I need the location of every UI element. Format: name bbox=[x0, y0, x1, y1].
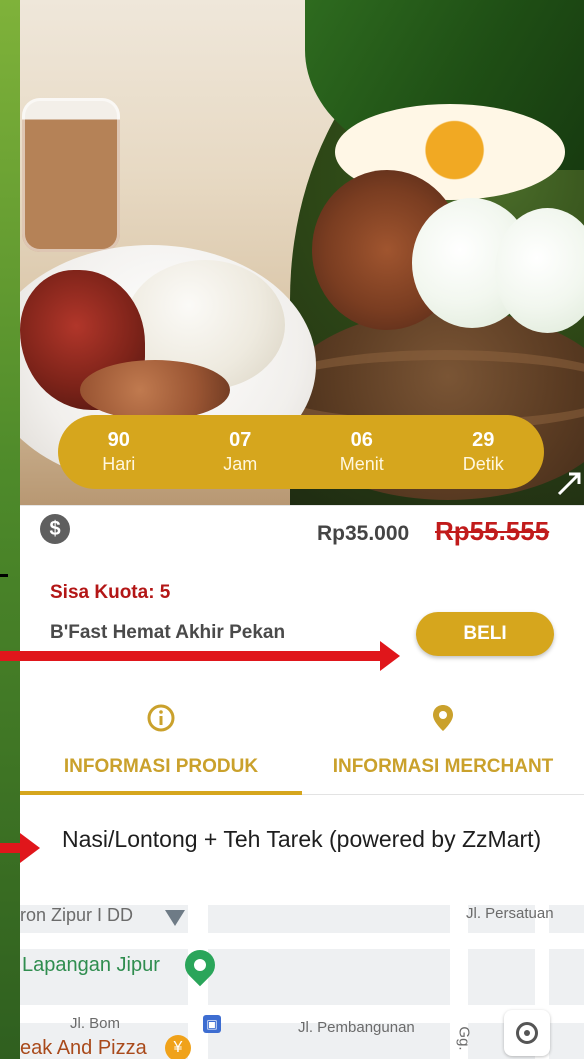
bus-icon[interactable]: ▣ bbox=[203, 1015, 221, 1033]
countdown-days: 90 Hari bbox=[102, 428, 136, 474]
location-pin-icon bbox=[433, 705, 453, 731]
countdown-timer: 90 Hari 07 Jam 06 Menit 29 Detik bbox=[58, 415, 544, 489]
place-pin-icon[interactable] bbox=[178, 943, 222, 987]
my-location-button[interactable] bbox=[504, 1010, 550, 1056]
app-screen: 90 Hari 07 Jam 06 Menit 29 Detik $ Rp35.… bbox=[20, 0, 584, 1059]
info-tabs: INFORMASI PRODUK INFORMASI MERCHANT bbox=[20, 680, 584, 795]
price-current: Rp35.000 bbox=[317, 522, 410, 545]
countdown-hours: 07 Jam bbox=[223, 428, 258, 474]
tab-product-info[interactable]: INFORMASI PRODUK bbox=[20, 680, 302, 795]
dollar-icon: $ bbox=[40, 514, 70, 544]
tab-merchant-info[interactable]: INFORMASI MERCHANT bbox=[302, 680, 584, 794]
peanuts-illustration bbox=[80, 360, 230, 420]
product-hero-image: 90 Hari 07 Jam 06 Menit 29 Detik bbox=[20, 0, 584, 505]
annotation-arrow-buy bbox=[0, 641, 400, 671]
promo-name: B'Fast Hemat Akhir Pekan bbox=[50, 622, 286, 643]
merchant-map[interactable]: ron Zipur I DD Jl. Persatuan Lapangan Ji… bbox=[20, 905, 584, 1059]
map-marker-triangle bbox=[165, 910, 185, 926]
countdown-minutes: 06 Menit bbox=[339, 428, 384, 474]
description-text: Nasi/Lontong + Teh Tarek (powered by ZzM… bbox=[62, 826, 542, 852]
info-icon bbox=[147, 704, 175, 732]
left-margin-mark bbox=[0, 574, 8, 577]
product-description: Nasi/Lontong + Teh Tarek (powered by ZzM… bbox=[20, 795, 584, 905]
restaurant-icon[interactable]: ¥ bbox=[165, 1035, 191, 1059]
quota-text: Sisa Kuota: 5 bbox=[50, 582, 171, 603]
price-original: Rp55.555 bbox=[435, 516, 550, 546]
expand-icon[interactable] bbox=[555, 470, 583, 498]
annotation-arrow-description bbox=[0, 833, 40, 863]
countdown-seconds: 29 Detik bbox=[462, 428, 504, 474]
tea-glass-illustration bbox=[22, 98, 120, 252]
buy-button[interactable]: BELI bbox=[416, 612, 554, 656]
promo-section: Sisa Kuota: 5 B'Fast Hemat Akhir Pekan B… bbox=[20, 560, 584, 681]
price-row: $ Rp35.000 Rp55.555 bbox=[20, 505, 584, 561]
